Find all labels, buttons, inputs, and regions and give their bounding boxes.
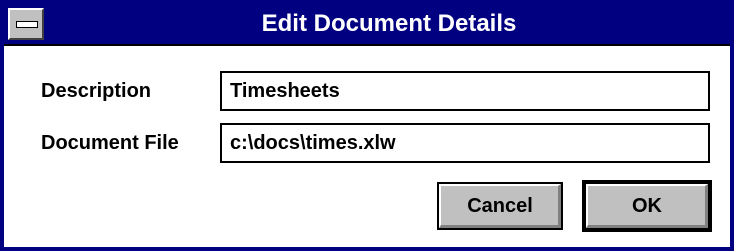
description-field[interactable]: Timesheets <box>220 71 710 111</box>
title-bar[interactable]: Edit Document Details <box>4 4 730 46</box>
ok-button-label: OK <box>632 194 662 217</box>
cancel-button-label: Cancel <box>467 194 533 217</box>
dialog-title: Edit Document Details <box>261 10 517 37</box>
document-file-label: Document File <box>41 132 179 154</box>
cancel-button[interactable]: Cancel <box>437 182 563 230</box>
document-file-field[interactable]: c:\docs\times.xlw <box>220 123 710 163</box>
edit-document-details-dialog: Edit Document Details Description Timesh… <box>0 0 734 251</box>
description-label: Description <box>41 80 152 102</box>
system-menu-icon[interactable] <box>8 8 44 40</box>
ok-button[interactable]: OK <box>582 180 712 232</box>
system-menu-bar-glyph <box>16 21 38 28</box>
